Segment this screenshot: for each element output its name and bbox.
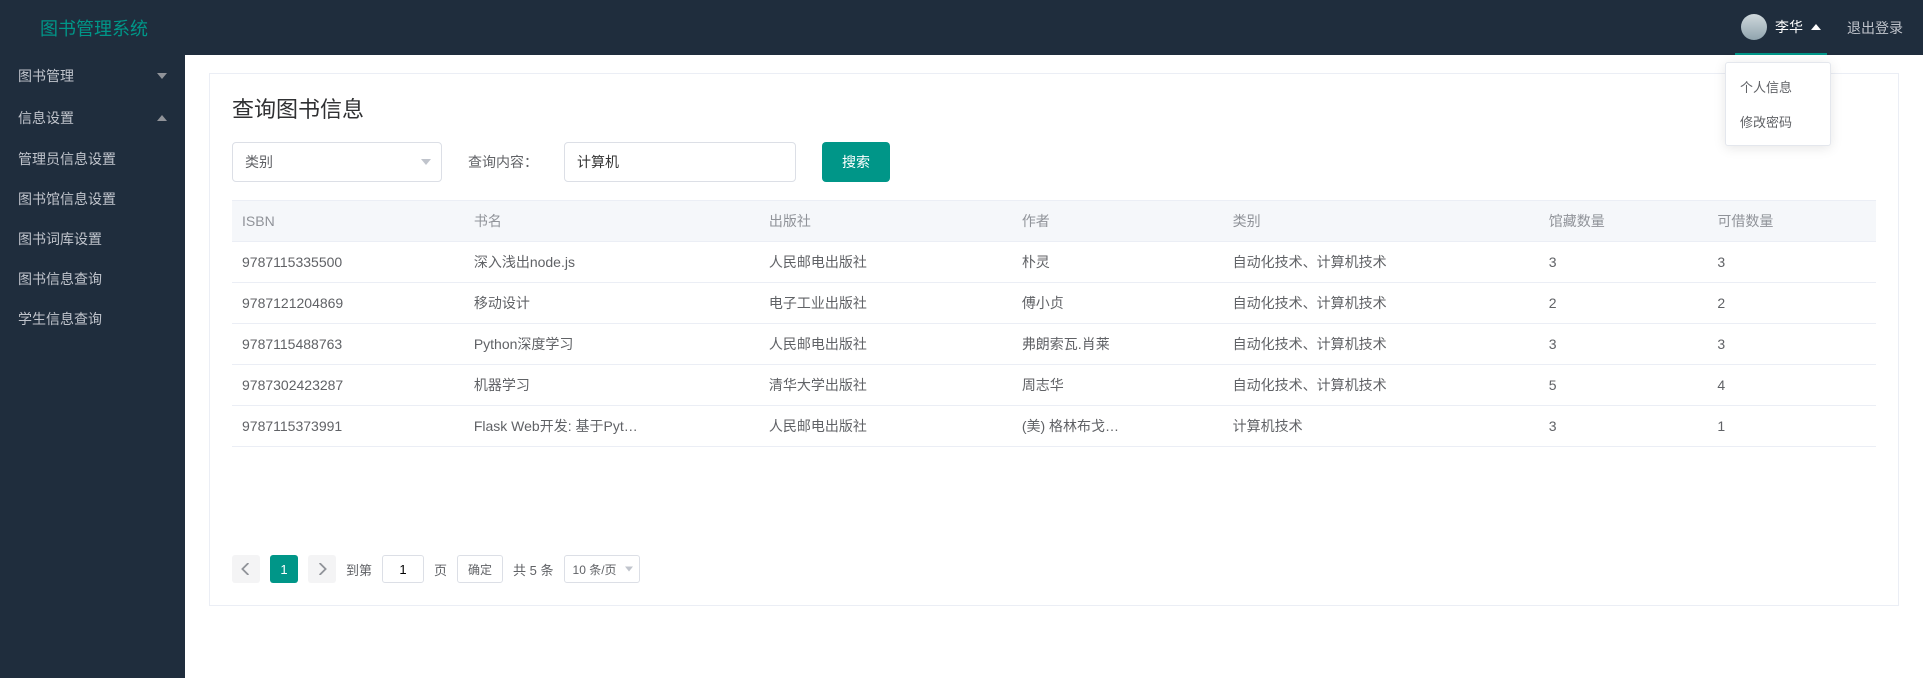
- table-cell: 计算机技术: [1223, 406, 1539, 447]
- page-title: 查询图书信息: [232, 92, 1876, 124]
- sidebar-item-library-info[interactable]: 图书馆信息设置: [0, 179, 185, 219]
- books-table: ISBN 书名 出版社 作者 类别 馆藏数量 可借数量 978711533550…: [232, 200, 1876, 447]
- table-padding: [232, 447, 1876, 537]
- sidebar: 图书管理 信息设置 管理员信息设置 图书馆信息设置 图书词库设置 图书信息查询 …: [0, 55, 185, 678]
- table-header-row: ISBN 书名 出版社 作者 类别 馆藏数量 可借数量: [232, 201, 1876, 242]
- user-dropdown-menu: 个人信息 修改密码: [1725, 62, 1831, 146]
- goto-confirm-button[interactable]: 确定: [457, 555, 503, 583]
- table-cell: 2: [1539, 283, 1708, 324]
- col-publisher: 出版社: [759, 201, 1012, 242]
- table-cell: 9787115488763: [232, 324, 464, 365]
- brand-title: 图书管理系统: [40, 15, 148, 41]
- chevron-down-icon: [421, 159, 431, 165]
- avatar: [1741, 14, 1767, 40]
- table-cell: 人民邮电出版社: [759, 242, 1012, 283]
- table-cell: 4: [1707, 365, 1876, 406]
- table-cell: 3: [1539, 324, 1708, 365]
- user-dropdown-trigger[interactable]: 李华: [1735, 0, 1827, 55]
- table-row[interactable]: 9787302423287机器学习清华大学出版社周志华自动化技术、计算机技术54: [232, 365, 1876, 406]
- goto-suffix: 页: [434, 560, 447, 579]
- goto-prefix: 到第: [346, 560, 372, 579]
- search-button[interactable]: 搜索: [822, 142, 890, 182]
- query-label: 查询内容：: [468, 152, 538, 172]
- caret-up-icon: [1811, 24, 1821, 30]
- table-cell: 9787121204869: [232, 283, 464, 324]
- chevron-down-icon: [625, 567, 633, 572]
- col-title: 书名: [464, 201, 759, 242]
- table-cell: Python深度学习: [464, 324, 759, 365]
- content-panel: 查询图书信息 类别 查询内容： 搜索 I: [209, 73, 1899, 606]
- app-header: 图书管理系统 李华 退出登录 个人信息 修改密码: [0, 0, 1923, 55]
- table-cell: 清华大学出版社: [759, 365, 1012, 406]
- query-row: 类别 查询内容： 搜索: [232, 142, 1876, 182]
- table-cell: 朴灵: [1012, 242, 1223, 283]
- col-stock: 馆藏数量: [1539, 201, 1708, 242]
- col-available: 可借数量: [1707, 201, 1876, 242]
- sidebar-group-settings-label: 信息设置: [18, 108, 74, 128]
- current-page[interactable]: 1: [270, 555, 298, 583]
- next-page-button[interactable]: [308, 555, 336, 583]
- table-cell: (美) 格林布戈…: [1012, 406, 1223, 447]
- chevron-down-icon: [157, 73, 167, 79]
- page-size-select[interactable]: 10 条/页: [564, 555, 640, 583]
- sidebar-group-books[interactable]: 图书管理: [0, 55, 185, 97]
- table-cell: 人民邮电出版社: [759, 324, 1012, 365]
- table-cell: Flask Web开发: 基于Pyt…: [464, 406, 759, 447]
- username-label: 李华: [1775, 17, 1803, 37]
- chevron-left-icon: [240, 563, 252, 575]
- sidebar-group-settings[interactable]: 信息设置: [0, 97, 185, 139]
- main-content: 查询图书信息 类别 查询内容： 搜索 I: [185, 55, 1923, 678]
- table-cell: 3: [1539, 242, 1708, 283]
- page-size-value: 10 条/页: [573, 561, 617, 578]
- table-cell: 3: [1707, 242, 1876, 283]
- user-menu-profile[interactable]: 个人信息: [1726, 69, 1830, 104]
- sidebar-item-book-query[interactable]: 图书信息查询: [0, 259, 185, 299]
- table-cell: 自动化技术、计算机技术: [1223, 242, 1539, 283]
- table-row[interactable]: 9787115373991Flask Web开发: 基于Pyt…人民邮电出版社(…: [232, 406, 1876, 447]
- table-cell: 人民邮电出版社: [759, 406, 1012, 447]
- table-row[interactable]: 9787121204869移动设计电子工业出版社傅小贞自动化技术、计算机技术22: [232, 283, 1876, 324]
- col-isbn: ISBN: [232, 201, 464, 242]
- table-cell: 电子工业出版社: [759, 283, 1012, 324]
- query-input[interactable]: [564, 142, 796, 182]
- pagination: 1 到第 页 确定 共 5 条 10 条/页: [232, 555, 1876, 583]
- prev-page-button[interactable]: [232, 555, 260, 583]
- chevron-right-icon: [316, 563, 328, 575]
- table-cell: 自动化技术、计算机技术: [1223, 283, 1539, 324]
- table-cell: 深入浅出node.js: [464, 242, 759, 283]
- table-cell: 自动化技术、计算机技术: [1223, 365, 1539, 406]
- sidebar-item-student-query[interactable]: 学生信息查询: [0, 299, 185, 339]
- panel-inner: 查询图书信息 类别 查询内容： 搜索 I: [210, 74, 1898, 605]
- header-user-area: 李华 退出登录 个人信息 修改密码: [1735, 0, 1903, 55]
- table-cell: 自动化技术、计算机技术: [1223, 324, 1539, 365]
- category-select-value: 类别: [245, 152, 273, 172]
- user-menu-change-password[interactable]: 修改密码: [1726, 104, 1830, 139]
- goto-page-input[interactable]: [382, 555, 424, 583]
- table-cell: 9787302423287: [232, 365, 464, 406]
- table-cell: 3: [1707, 324, 1876, 365]
- table-cell: 机器学习: [464, 365, 759, 406]
- table-cell: 3: [1539, 406, 1708, 447]
- sidebar-item-admin-info[interactable]: 管理员信息设置: [0, 139, 185, 179]
- table-row[interactable]: 9787115488763Python深度学习人民邮电出版社弗朗索瓦.肖莱自动化…: [232, 324, 1876, 365]
- table-cell: 9787115373991: [232, 406, 464, 447]
- logout-link[interactable]: 退出登录: [1847, 18, 1903, 38]
- table-cell: 2: [1707, 283, 1876, 324]
- table-cell: 5: [1539, 365, 1708, 406]
- table-cell: 9787115335500: [232, 242, 464, 283]
- table-row[interactable]: 9787115335500深入浅出node.js人民邮电出版社朴灵自动化技术、计…: [232, 242, 1876, 283]
- category-select[interactable]: 类别: [232, 142, 442, 182]
- table-cell: 周志华: [1012, 365, 1223, 406]
- sidebar-group-books-label: 图书管理: [18, 66, 74, 86]
- total-count: 共 5 条: [513, 560, 553, 579]
- table-cell: 傅小贞: [1012, 283, 1223, 324]
- table-cell: 1: [1707, 406, 1876, 447]
- chevron-up-icon: [157, 115, 167, 121]
- col-category: 类别: [1223, 201, 1539, 242]
- sidebar-item-lexicon[interactable]: 图书词库设置: [0, 219, 185, 259]
- col-author: 作者: [1012, 201, 1223, 242]
- table-cell: 弗朗索瓦.肖莱: [1012, 324, 1223, 365]
- table-cell: 移动设计: [464, 283, 759, 324]
